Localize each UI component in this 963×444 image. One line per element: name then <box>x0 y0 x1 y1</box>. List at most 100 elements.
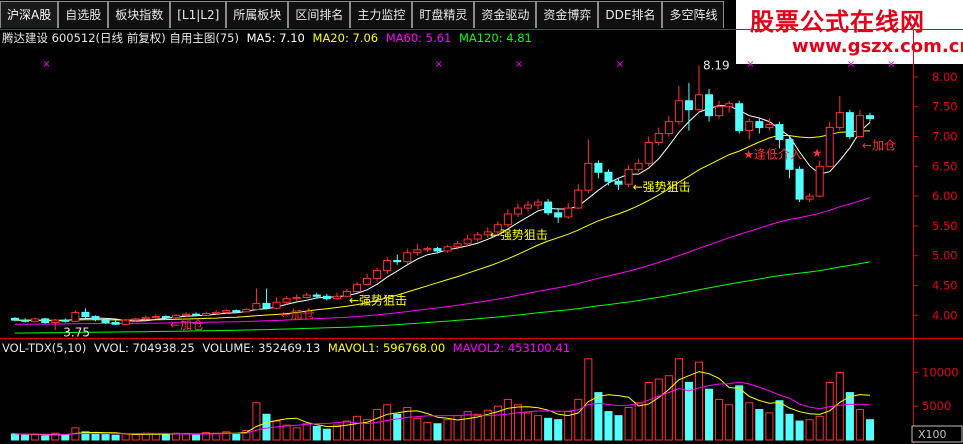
candle-body <box>473 234 482 240</box>
candle-body <box>423 248 432 251</box>
candle-body <box>41 318 50 324</box>
candle-body <box>574 189 583 209</box>
signal-marker: × <box>887 59 895 70</box>
volume-bar <box>292 427 301 441</box>
candle-body <box>443 246 452 252</box>
add-position-1: ←加仓 <box>170 318 204 332</box>
candle-body <box>51 319 60 324</box>
candle-body <box>684 100 693 111</box>
volume-bar <box>765 412 774 441</box>
price-tick-label: 6.00 <box>932 189 958 203</box>
volume-bar <box>463 411 472 441</box>
volume-bar <box>252 402 261 441</box>
candle-body <box>272 301 281 309</box>
candle-body <box>725 103 734 108</box>
buy-low-label: ★逢低介入 <box>743 147 802 161</box>
volume-bar <box>61 434 70 441</box>
candle-body <box>805 195 814 200</box>
candle-body <box>131 318 140 321</box>
volume-bar <box>604 411 613 441</box>
candle-body <box>111 322 120 325</box>
volume-bar <box>111 434 120 441</box>
volume-bar <box>735 385 744 441</box>
volume-bar <box>815 415 824 441</box>
volume-bar <box>805 419 814 441</box>
candle-body <box>212 311 221 315</box>
candle-body <box>694 94 704 111</box>
volume-bar <box>674 358 683 441</box>
kline-chart[interactable]: 8.00 7.50 7.00 6.50 6.00 5.50 5.00 4.50 4.00 100… <box>0 0 963 444</box>
candle-body <box>302 294 311 298</box>
candle-body <box>242 308 251 313</box>
candle-body <box>322 295 331 300</box>
candle-body <box>262 302 271 309</box>
signal-marker: × <box>515 59 523 70</box>
volume-bar <box>413 417 422 441</box>
candle-body <box>745 121 754 132</box>
volume-bar <box>342 420 351 441</box>
volume-bar <box>795 420 804 441</box>
ma60-line <box>15 197 871 325</box>
candle-body <box>332 295 341 300</box>
candle-body <box>634 162 643 170</box>
candle-body <box>554 212 563 218</box>
candle-body <box>544 201 553 214</box>
volume-bar <box>554 419 563 441</box>
candle-body <box>865 115 874 120</box>
candle-body <box>705 94 714 117</box>
volume-bar <box>775 400 784 441</box>
volume-bar <box>232 433 241 441</box>
candle-body <box>463 238 472 245</box>
candle-body <box>141 317 150 320</box>
candle-body <box>282 298 291 303</box>
volume-bar <box>443 419 452 441</box>
volume-bar <box>624 407 633 441</box>
candle-body <box>383 260 392 272</box>
strong-snipe-2: ←强势狙击 <box>490 228 548 242</box>
candle-body <box>192 313 201 316</box>
ma120-line <box>14 261 871 334</box>
volume-bar <box>694 361 704 441</box>
candle-body <box>523 204 533 209</box>
candle-body <box>373 270 382 279</box>
volume-bar <box>121 433 130 441</box>
price-tick-label: 4.50 <box>932 279 958 293</box>
volume-bar <box>21 434 30 441</box>
volume-bar <box>584 358 593 441</box>
volume-tick-label: 5000 <box>922 399 951 413</box>
candle-body <box>564 207 573 218</box>
candle-body <box>644 141 653 164</box>
volume-bar <box>332 424 341 441</box>
candle-body <box>71 311 80 322</box>
volume-bar <box>523 412 533 441</box>
candle-body <box>61 319 70 322</box>
price-tick-label: 6.50 <box>932 159 958 173</box>
volume-bar <box>383 404 392 441</box>
volume-bar <box>433 423 442 441</box>
volume-bar <box>272 420 281 441</box>
candle-body <box>121 319 130 325</box>
strong-snipe-1: ←强势狙击 <box>349 294 407 308</box>
candle-body <box>755 121 764 129</box>
volume-bar <box>835 371 844 441</box>
add-position-3: ←加仓 <box>862 138 896 152</box>
ma5-line <box>14 104 871 322</box>
price-tick-label: 5.00 <box>932 249 958 263</box>
volume-bar <box>131 434 140 441</box>
candle-body <box>292 296 301 300</box>
volume-bar <box>312 425 321 441</box>
volume-bar <box>664 375 673 441</box>
volume-bar <box>41 435 50 441</box>
candle-body <box>21 319 30 322</box>
volume-bar <box>845 392 854 441</box>
candle-body <box>654 133 663 143</box>
volume-bar <box>403 407 412 441</box>
volume-bar <box>262 413 271 441</box>
volume-bar <box>302 423 311 441</box>
candle-body <box>624 168 633 185</box>
candle-body <box>765 124 774 129</box>
volume-bar <box>705 388 714 441</box>
add-position-2: ←加仓 <box>281 308 315 322</box>
candle-body <box>674 100 683 123</box>
candle-body <box>604 171 613 182</box>
